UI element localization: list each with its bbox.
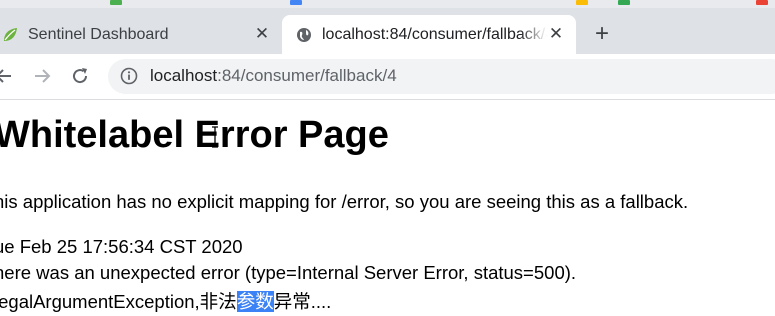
tab-title: localhost:84/consumer/fallback/4 [322, 25, 547, 43]
error-timestamp: ue Feb 25 17:56:34 CST 2020 [0, 236, 243, 257]
back-button[interactable] [0, 64, 16, 88]
error-detail: here was an unexpected error (type=Inter… [0, 262, 577, 283]
browser-window: Sentinel Dashboard ✕ localhost:84/consum… [0, 0, 775, 316]
globe-icon [296, 27, 312, 43]
reload-icon [73, 68, 88, 84]
tab-localhost-fallback[interactable]: localhost:84/consumer/fallback/4 ✕ [282, 15, 576, 54]
address-bar[interactable]: localhost:84/consumer/fallback/4 [108, 59, 775, 94]
selected-text: 参数 [236, 291, 274, 312]
bookmark-icon[interactable] [290, 0, 302, 5]
url-text[interactable]: localhost:84/consumer/fallback/4 [150, 66, 397, 86]
bookmark-icon[interactable] [576, 0, 588, 5]
back-arrow-icon [0, 69, 11, 83]
bookmarks-bar-sliver [0, 0, 775, 8]
exception-text: legalArgumentException,非法 [0, 291, 237, 312]
url-host: localhost [150, 66, 218, 85]
url-path: :84/consumer/fallback/4 [217, 66, 397, 85]
bookmark-icon[interactable] [110, 0, 122, 5]
forward-arrow-icon [35, 69, 51, 83]
bookmark-icon[interactable] [618, 0, 630, 5]
page-title: Whitelabel Error Page [0, 114, 389, 156]
tab-title: Sentinel Dashboard [28, 25, 169, 43]
bookmark-icon[interactable] [756, 0, 768, 5]
text-cursor-icon [212, 126, 218, 148]
toolbar: localhost:84/consumer/fallback/4 [0, 54, 775, 100]
exception-text: 异常.... [273, 291, 332, 312]
info-icon[interactable] [120, 67, 138, 85]
reload-button[interactable] [68, 64, 92, 88]
tab-close-icon[interactable]: ✕ [252, 24, 272, 44]
forward-button[interactable] [30, 64, 54, 88]
page-content: Whitelabel Error Page his application ha… [0, 100, 775, 316]
tab-strip: Sentinel Dashboard ✕ localhost:84/consum… [0, 0, 775, 54]
tab-close-icon[interactable]: ✕ [546, 24, 566, 44]
exception-line: legalArgumentException,非法参数异常.... [0, 288, 331, 314]
error-message: his application has no explicit mapping … [0, 191, 689, 212]
tab-sentinel-dashboard[interactable]: Sentinel Dashboard ✕ [0, 15, 278, 54]
new-tab-button[interactable]: + [590, 20, 614, 47]
spring-leaf-icon [2, 27, 18, 43]
